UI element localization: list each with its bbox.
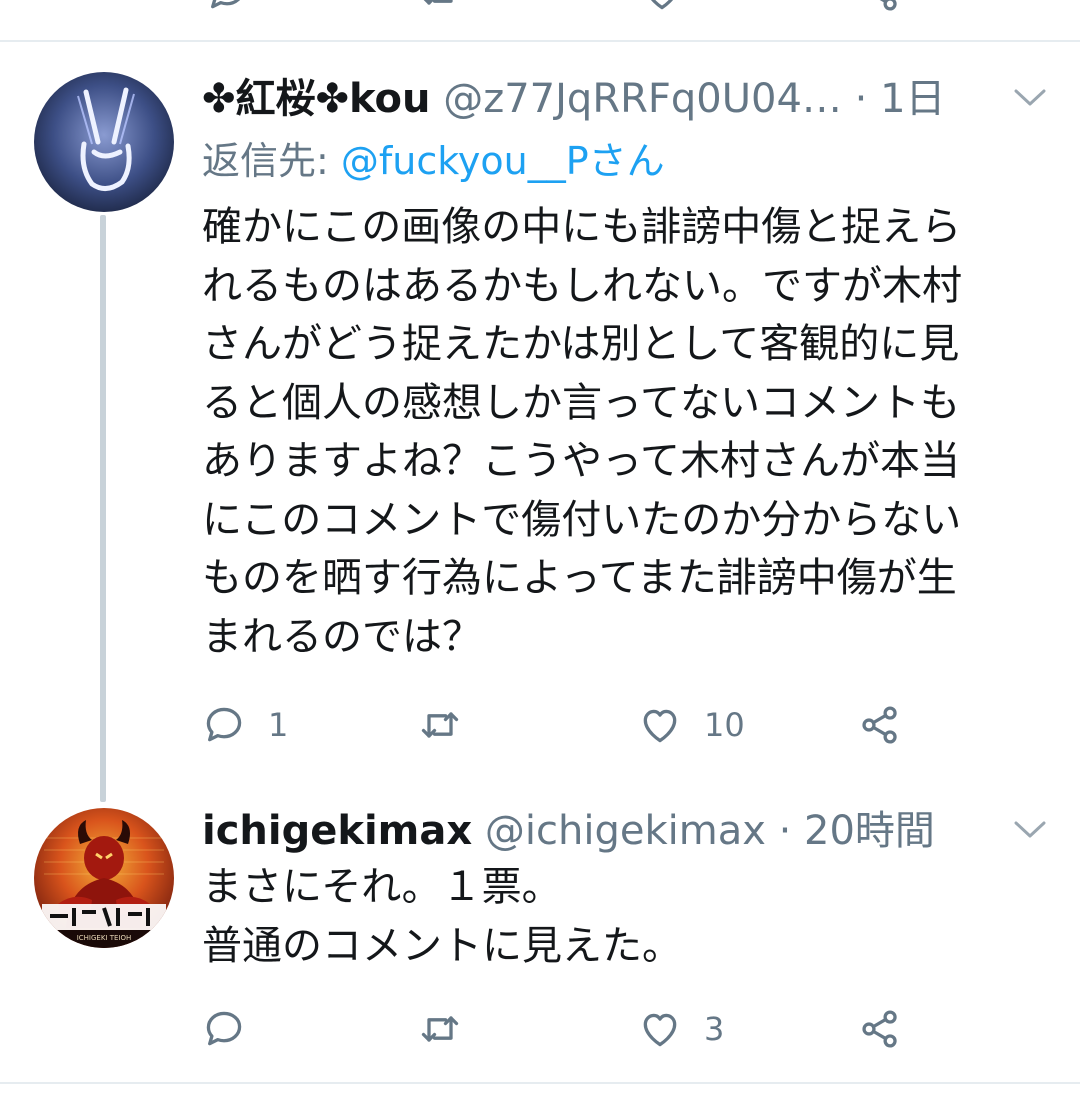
tweet-text: まさにそれ。１票。 普通のコメントに見えた。	[202, 858, 1052, 975]
thread-connector-line	[100, 215, 106, 802]
tweet-text-line: ありますよね？こうやって木村さんが本当	[202, 438, 960, 484]
caret-down-icon[interactable]	[1012, 86, 1048, 110]
timestamp[interactable]: 1日	[880, 76, 945, 122]
user-handle[interactable]: @z77JqRRFq0U04…	[443, 76, 842, 122]
retweet-button[interactable]	[418, 1004, 484, 1054]
display-name[interactable]: ✤紅桜✤kou	[202, 76, 431, 122]
avatar-caption: ICHIGEKI TEIOH	[77, 934, 132, 942]
share-icon[interactable]	[858, 0, 902, 14]
reply-icon	[206, 1011, 242, 1046]
tweet-text-line: ると個人の感想しか言ってないコメントも	[202, 379, 960, 426]
like-icon	[643, 709, 677, 743]
replying-to: 返信先: @fuckyou__Pさん	[202, 136, 665, 186]
reply-button[interactable]	[202, 1004, 268, 1054]
like-icon[interactable]	[640, 0, 684, 14]
display-name[interactable]: ichigekimax	[202, 808, 472, 854]
like-count: 10	[704, 706, 745, 744]
tweet-header: ✤紅桜✤kou @z77JqRRFq0U04… · 1日	[202, 74, 946, 124]
tweet-text: 確かにこの画像の中にも誹謗中傷と捉えら れるものはあるかもしれない。ですが木村 …	[202, 198, 1052, 666]
caret-down-icon[interactable]	[1012, 818, 1048, 842]
previous-tweet-actions	[0, 0, 1080, 40]
reply-count: 1	[268, 706, 289, 744]
retweet-button[interactable]	[418, 700, 484, 750]
reply-icon	[206, 707, 242, 742]
tweet-text-line: まれるのでは？	[202, 613, 482, 660]
like-count: 3	[704, 1010, 725, 1048]
tweet-text-line: 確かにこの画像の中にも誹謗中傷と捉えら	[202, 204, 962, 250]
user-handle[interactable]: @ichigekimax	[485, 808, 766, 854]
tweet-header: ichigekimax @ichigekimax · 20時間	[202, 806, 935, 856]
avatar[interactable]	[34, 72, 174, 212]
tweet-text-line: ものを晒す行為によってまた誹謗中傷が生	[202, 555, 957, 601]
share-button[interactable]	[858, 700, 902, 750]
retweet-icon	[421, 712, 459, 738]
share-icon	[862, 1010, 897, 1048]
avatar[interactable]: ICHIGEKI TEIOH	[34, 808, 174, 948]
tweet-actions: 3	[202, 1004, 942, 1054]
tweet-divider	[0, 40, 1080, 42]
timestamp[interactable]: 20時間	[804, 808, 935, 854]
separator-dot: ·	[854, 76, 868, 122]
like-icon	[643, 1013, 677, 1047]
tweet-divider	[0, 1082, 1080, 1084]
retweet-icon	[421, 1016, 459, 1042]
tweet-text-line: にこのコメントで傷付いたのか分からない	[202, 496, 962, 543]
reply-mention-link[interactable]: @fuckyou__Pさん	[341, 139, 665, 183]
tweet-text-line: 普通のコメントに見えた。	[202, 922, 682, 969]
tweet-text-line: さんがどう捉えたかは別として客観的に見	[202, 321, 960, 367]
share-icon	[862, 706, 897, 744]
tweet-text-line: れるものはあるかもしれない。ですが木村	[202, 262, 962, 309]
share-button[interactable]	[858, 1004, 902, 1054]
reply-icon[interactable]	[205, 0, 249, 14]
tweet-actions: 1 10	[202, 700, 942, 750]
tweet-text-line: まさにそれ。１票。	[202, 864, 562, 910]
separator-dot: ·	[778, 808, 792, 854]
like-button[interactable]: 10	[638, 700, 745, 750]
reply-button[interactable]: 1	[202, 700, 288, 750]
replying-to-label: 返信先:	[202, 139, 341, 183]
like-button[interactable]: 3	[638, 1004, 724, 1054]
retweet-icon[interactable]	[418, 0, 462, 14]
